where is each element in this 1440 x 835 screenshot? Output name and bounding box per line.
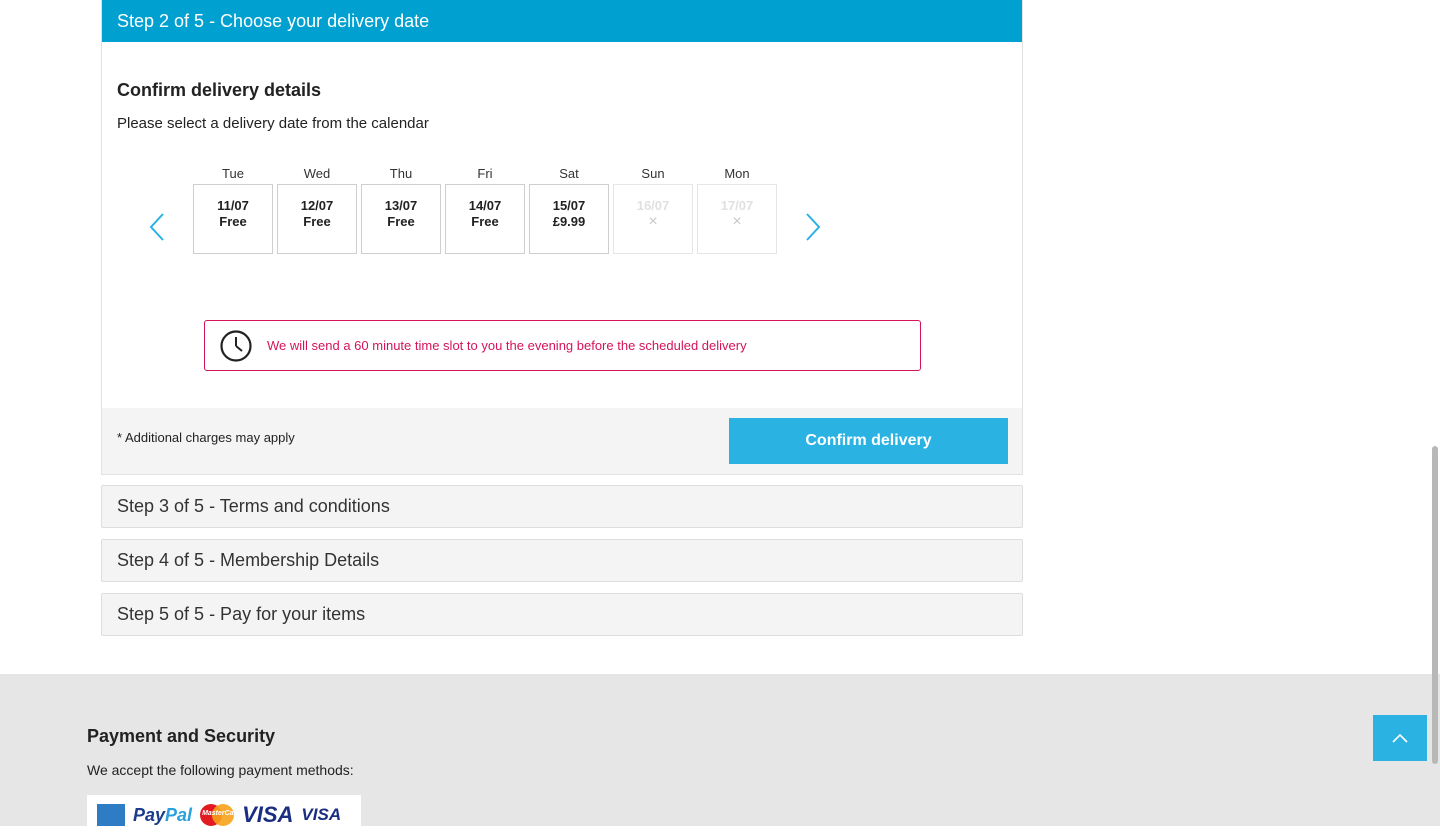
visa-logo: VISA: [242, 802, 294, 827]
day-date: 14/07: [468, 198, 502, 213]
day-date: 15/07: [552, 198, 586, 213]
calendar-prev-icon[interactable]: [148, 210, 168, 244]
calendar-day: Fri 14/07 Free: [445, 166, 525, 254]
day-name: Fri: [477, 166, 493, 181]
chevron-up-icon: [1392, 733, 1408, 743]
day-slot-unavailable: 17/07 ×: [697, 184, 777, 254]
day-name: Tue: [222, 166, 244, 181]
day-name: Wed: [303, 166, 331, 181]
day-name: Thu: [389, 166, 413, 181]
paypal-logo: PayPal: [133, 804, 193, 825]
day-date: 11/07: [217, 198, 249, 213]
additional-charges-note: * Additional charges may apply: [117, 430, 295, 445]
day-price: £9.99: [552, 214, 586, 229]
day-name: Sat: [559, 166, 579, 181]
timeslot-notice: We will send a 60 minute time slot to yo…: [204, 320, 921, 371]
day-slot-button[interactable]: 14/07 Free: [445, 184, 525, 254]
payment-security-title: Payment and Security: [87, 726, 276, 746]
day-date: 13/07: [384, 198, 418, 213]
day-slot-unavailable: 16/07 ×: [613, 184, 693, 254]
calendar-day: Tue 11/07 Free: [193, 166, 273, 254]
step2-panel: Step 2 of 5 - Choose your delivery date …: [101, 0, 1023, 475]
day-price: Free: [387, 214, 415, 229]
payment-methods-text: We accept the following payment methods:: [87, 762, 354, 778]
confirm-details-subtitle: Please select a delivery date from the c…: [117, 115, 429, 132]
day-name: Sun: [641, 166, 665, 181]
calendar-day: Sat 15/07 £9.99: [529, 166, 609, 254]
page-scrollbar[interactable]: [1432, 446, 1438, 764]
calendar-day: Sun 16/07 ×: [613, 166, 693, 254]
day-date: 17/07: [720, 198, 754, 213]
calendar-day: Thu 13/07 Free: [361, 166, 441, 254]
step4-header[interactable]: Step 4 of 5 - Membership Details: [101, 539, 1023, 582]
step2-footer: * Additional charges may apply Confirm d…: [102, 408, 1022, 474]
calendar-day: Mon 17/07 ×: [697, 166, 777, 254]
clock-icon: [220, 329, 252, 362]
day-price: Free: [471, 214, 499, 229]
day-slot-button[interactable]: 15/07 £9.99: [529, 184, 609, 254]
day-slot-button[interactable]: 13/07 Free: [361, 184, 441, 254]
payment-logos: PayPal MasterCard VISA VISA: [87, 795, 361, 835]
unavailable-icon: ×: [648, 213, 658, 230]
unavailable-icon: ×: [732, 213, 742, 230]
confirm-details-title: Confirm delivery details: [117, 80, 322, 100]
day-name: Mon: [724, 166, 750, 181]
visa-debit-logo: VISA: [301, 805, 342, 824]
step5-header[interactable]: Step 5 of 5 - Pay for your items: [101, 593, 1023, 636]
day-slot-button[interactable]: 12/07 Free: [277, 184, 357, 254]
calendar-days: Tue 11/07 Free Wed 12/07 Free Thu 13/07 …: [193, 166, 777, 254]
amex-logo: [97, 804, 125, 826]
back-to-top-button[interactable]: [1373, 715, 1427, 761]
payment-security-footer: Payment and Security We accept the follo…: [0, 674, 1440, 835]
timeslot-notice-text: We will send a 60 minute time slot to yo…: [267, 338, 747, 353]
calendar-day: Wed 12/07 Free: [277, 166, 357, 254]
step2-header[interactable]: Step 2 of 5 - Choose your delivery date: [102, 0, 1022, 42]
mastercard-logo: MasterCard: [200, 804, 241, 826]
calendar-next-icon[interactable]: [802, 210, 822, 244]
day-date: 16/07: [636, 198, 670, 213]
day-price: Free: [219, 214, 247, 229]
day-price: Free: [303, 214, 331, 229]
confirm-delivery-button[interactable]: Confirm delivery: [729, 418, 1008, 464]
step3-header[interactable]: Step 3 of 5 - Terms and conditions: [101, 485, 1023, 528]
day-date: 12/07: [300, 198, 334, 213]
day-slot-button[interactable]: 11/07 Free: [193, 184, 273, 254]
